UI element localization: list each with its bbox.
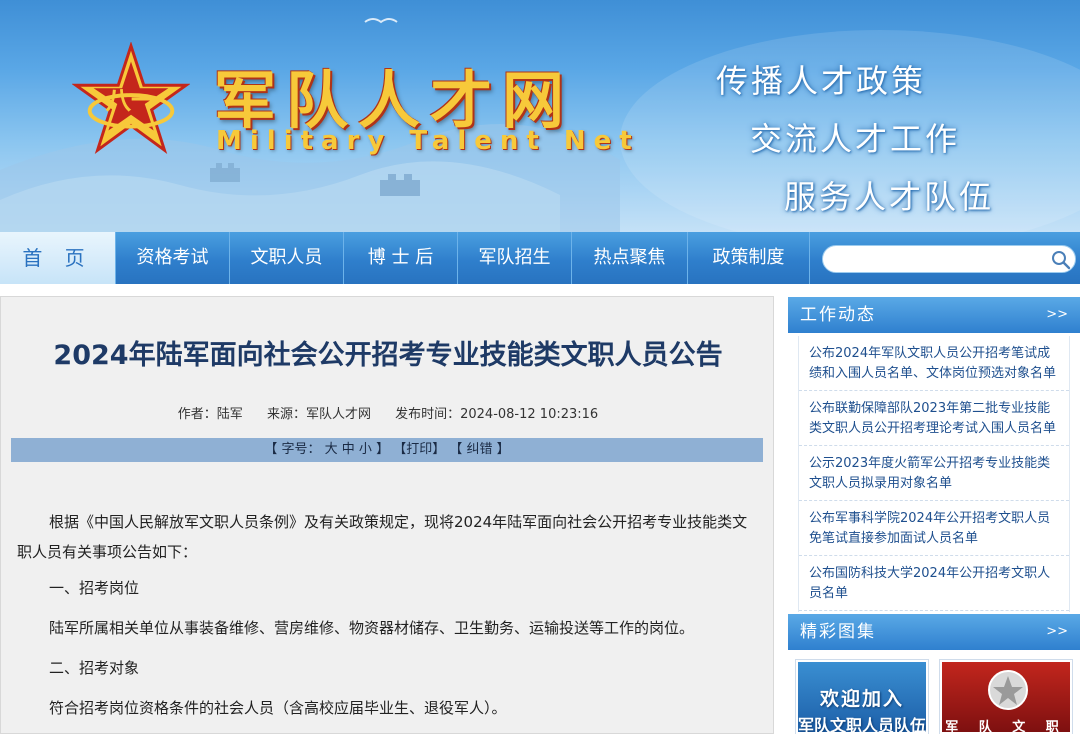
font-size-large-link[interactable]: 大 xyxy=(325,442,338,457)
work-news-header: 工作动态 >> xyxy=(788,297,1080,333)
slogan-3: 服务人才队伍 xyxy=(784,178,995,216)
slogan-1: 传播人才政策 xyxy=(716,62,927,100)
work-news-list: 公布2024年军队文职人员公开招考笔试成绩和入围人员名单、文体岗位预选对象名单 … xyxy=(798,336,1070,612)
nav-item-home[interactable]: 首 页 xyxy=(0,232,116,284)
list-item[interactable]: 公布军事科学院2024年公开招考文职人员免笔试直接参加面试人员名单 xyxy=(799,501,1069,556)
site-banner: 八一 军队人才网 Military Talent Net 传播人才政策 交流人才… xyxy=(0,0,1080,232)
article-source: 来源：军队人才网 xyxy=(266,407,371,422)
section-body-applicants: 符合招考岗位资格条件的社会人员（含高校应届毕业生、退役军人）。 xyxy=(49,699,507,717)
nav-item-civilian-staff[interactable]: 文职人员 xyxy=(230,232,344,284)
section-body-positions: 陆军所属相关单位从事装备维修、营房维修、物资器材储存、卫生勤务、运输投送等工作的… xyxy=(49,619,695,637)
article-title: 2024年陆军面向社会公开招考专业技能类文职人员公告 xyxy=(53,340,723,371)
army-emblem-icon xyxy=(988,670,1028,710)
gallery-thumb-join-civilian[interactable]: 欢迎加入 军队文职人员队伍 xyxy=(795,659,929,734)
gallery-header: 精彩图集 >> xyxy=(788,614,1080,650)
work-news-more-link[interactable]: >> xyxy=(1046,297,1068,333)
list-item[interactable]: 公布联勤保障部队2023年第二批专业技能类文职人员公开招考理论考试入围人员名单 xyxy=(799,391,1069,446)
gallery-more-link[interactable]: >> xyxy=(1046,614,1068,650)
section-heading-applicants: 二、招考对象 xyxy=(49,659,140,677)
thumb-military-civilian-text: 军 队 文 职 xyxy=(945,720,1067,734)
site-subtitle: Military Talent Net xyxy=(216,126,640,156)
nav-item-postdoc[interactable]: 博 士 后 xyxy=(344,232,458,284)
font-size-medium-link[interactable]: 中 xyxy=(342,442,355,457)
svg-text:八一: 八一 xyxy=(105,86,156,116)
font-size-small-link[interactable]: 小 xyxy=(359,442,372,457)
slogan-2: 交流人才工作 xyxy=(750,120,961,158)
search-box xyxy=(822,245,1076,273)
gallery-title: 精彩图集 xyxy=(800,622,876,642)
list-item[interactable]: 公布2024年军队文职人员公开招考笔试成绩和入围人员名单、文体岗位预选对象名单 xyxy=(799,336,1069,391)
article-toolbar: 【 字号： 大 中 小 】 【打印】 【 纠错 】 xyxy=(11,438,763,462)
search-input[interactable] xyxy=(835,249,1035,269)
article-intro-paragraph: 根据《中国人民解放军文职人员条例》及有关政策规定，现将2024年陆军面向社会公开… xyxy=(17,513,748,561)
article-meta: 作者：陆军 来源：军队人才网 发布时间：2024-08-12 10:23:16 xyxy=(1,403,775,422)
army-star-logo-icon: 八一 xyxy=(72,42,190,155)
font-size-label: 【 字号： xyxy=(264,442,321,457)
search-icon[interactable] xyxy=(1051,250,1071,270)
list-item[interactable]: 公布国防科技大学2024年公开招考文职人员名单 xyxy=(799,556,1069,611)
print-link[interactable]: 【打印】 xyxy=(393,442,445,457)
thumb-join-line2: 军队文职人员队伍 xyxy=(798,716,927,734)
work-news-title: 工作动态 xyxy=(800,305,876,325)
section-heading-positions: 一、招考岗位 xyxy=(49,579,140,597)
article-panel: 2024年陆军面向社会公开招考专业技能类文职人员公告 作者：陆军 来源：军队人才… xyxy=(0,296,774,734)
nav-item-qualification-exam[interactable]: 资格考试 xyxy=(116,232,230,284)
list-item[interactable]: 公示2023年度火箭军公开招考专业技能类文职人员拟录用对象名单 xyxy=(799,446,1069,501)
thumb-join-line1: 欢迎加入 xyxy=(819,688,904,710)
gallery-thumb-military-civilian[interactable]: 军 队 文 职 xyxy=(939,659,1073,734)
font-size-end: 】 xyxy=(376,442,390,457)
correction-link[interactable]: 【 纠错 】 xyxy=(449,442,509,457)
nav-item-policies[interactable]: 政策制度 xyxy=(688,232,810,284)
article-publish-time: 发布时间：2024-08-12 10:23:16 xyxy=(395,407,599,422)
nav-item-military-enrollment[interactable]: 军队招生 xyxy=(458,232,572,284)
article-author: 作者：陆军 xyxy=(177,407,243,422)
nav-item-hot-topics[interactable]: 热点聚焦 xyxy=(572,232,688,284)
